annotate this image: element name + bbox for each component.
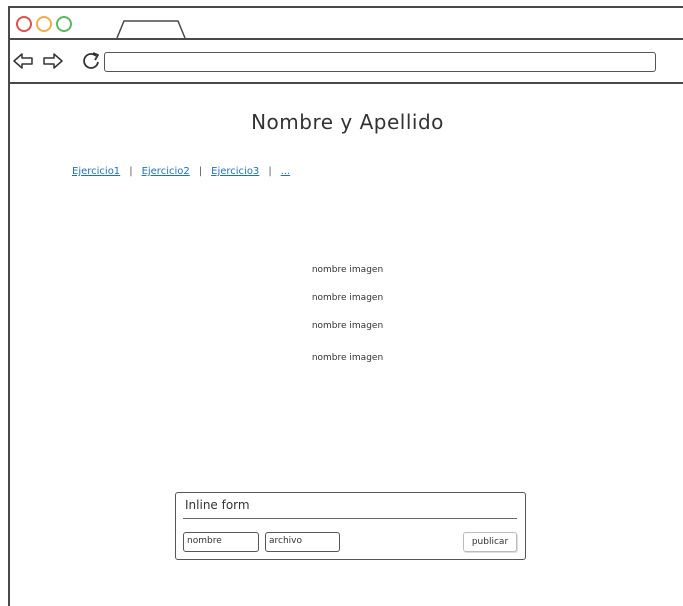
exercise-nav: Ejercicio1 | Ejercicio2 | Ejercicio3 |... [72, 166, 290, 177]
browser-window: Nombre y Apellido Ejercicio1 | Ejercicio2 |… [8, 6, 683, 606]
image-label: nombre imagen [311, 321, 384, 331]
reload-icon[interactable] [80, 50, 102, 72]
browser-toolbar [10, 40, 683, 84]
image-label: nombre imagen [311, 293, 384, 303]
nav-link-ejercicio2[interactable]: Ejercicio2 [142, 166, 190, 177]
page-title: Nombre y Apellido [251, 110, 444, 134]
minimize-window-dot[interactable] [36, 16, 52, 32]
inline-form: Inline form nombre archivo publicar [175, 492, 526, 560]
nav-link-ejercicio1[interactable]: Ejercicio1 [72, 166, 120, 177]
image-label: nombre imagen [311, 265, 384, 275]
nav-separator: | [268, 166, 272, 177]
url-bar[interactable] [104, 52, 656, 72]
image-label: nombre imagen [311, 353, 384, 363]
form-divider [183, 518, 517, 519]
publicar-button[interactable]: publicar [463, 532, 517, 552]
maximize-window-dot[interactable] [56, 16, 72, 32]
title-bar [10, 8, 683, 40]
page-content: Nombre y Apellido Ejercicio1 | Ejercicio2 |… [10, 84, 683, 606]
archivo-field[interactable]: archivo [265, 532, 340, 552]
close-window-dot[interactable] [16, 16, 32, 32]
nav-link-ejercicio3[interactable]: Ejercicio3 [211, 166, 259, 177]
form-title: Inline form [185, 498, 250, 512]
nombre-field[interactable]: nombre [183, 532, 259, 552]
nav-separator: | [198, 166, 203, 177]
nav-link-more[interactable]: ... [281, 166, 291, 177]
nav-separator: | [129, 166, 133, 177]
browser-tab[interactable] [116, 20, 186, 38]
back-arrow-icon[interactable] [12, 50, 34, 72]
forward-arrow-icon[interactable] [42, 50, 64, 72]
